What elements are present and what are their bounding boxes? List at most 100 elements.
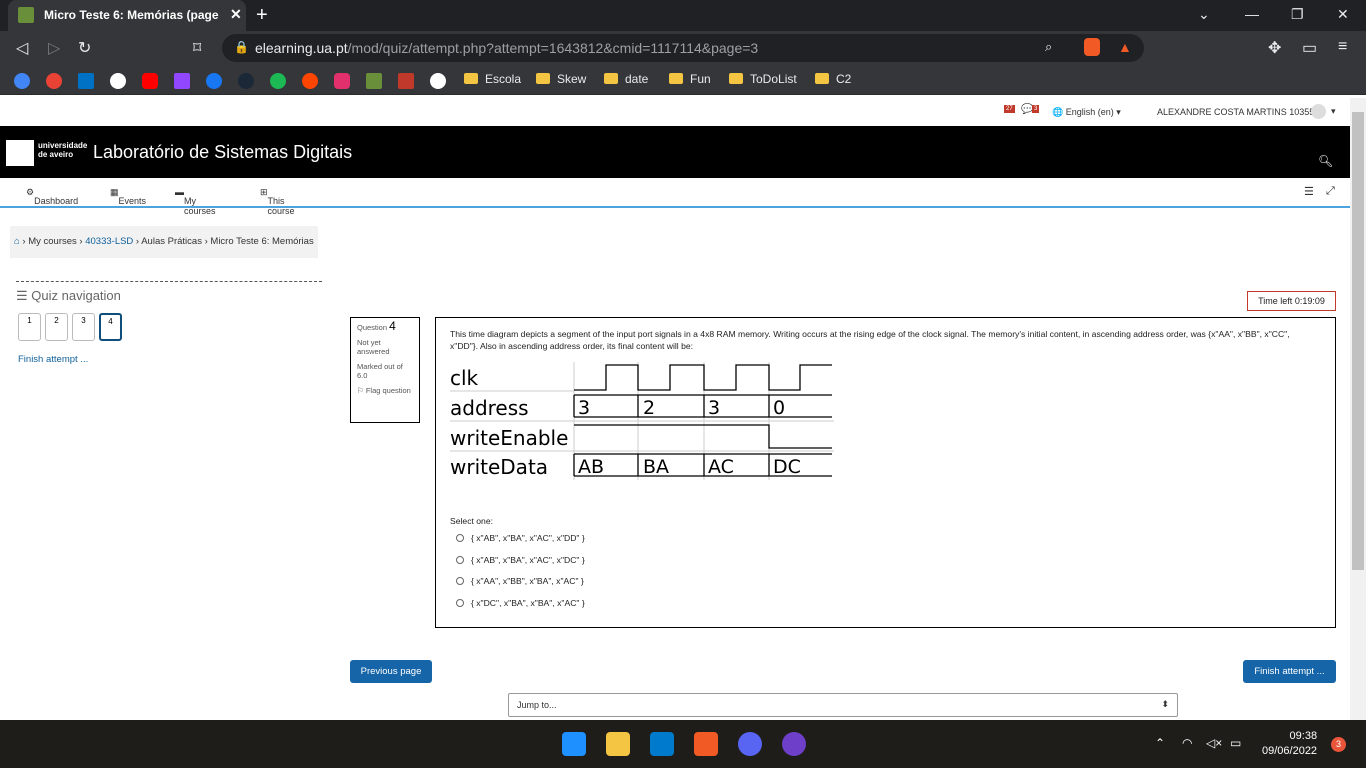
youtube-icon[interactable] — [142, 73, 158, 89]
home-icon[interactable]: ⌂ — [14, 236, 20, 247]
menu-icon[interactable]: ≡ — [1338, 38, 1347, 56]
breadcrumb-item[interactable]: Aulas Práticas — [141, 236, 202, 247]
gmail-icon[interactable] — [46, 73, 62, 89]
breadcrumb-item[interactable]: My courses — [28, 236, 77, 247]
window-close-icon[interactable]: ✕ — [1337, 6, 1349, 23]
quiz-nav-button-current[interactable]: 4 — [99, 313, 122, 341]
folder-icon — [729, 73, 743, 84]
bookmark-folder[interactable]: Escola — [464, 72, 521, 86]
site-name[interactable]: Laboratório de Sistemas Digitais — [93, 142, 352, 163]
breadcrumb-item[interactable]: Micro Teste 6: Memórias — [210, 236, 313, 247]
address-value: 3 — [708, 397, 720, 419]
bookmark-folder[interactable]: C2 — [815, 72, 851, 86]
avatar[interactable] — [1311, 104, 1326, 119]
bookmark-folder[interactable]: date — [604, 72, 648, 86]
bookmarks-bar: Escola Skew date Fun ToDoList C2 — [0, 65, 1366, 95]
question-number: 4 — [389, 319, 396, 333]
start-icon[interactable] — [562, 732, 586, 756]
address-bar[interactable]: 🔒 elearning.ua.pt/mod/quiz/attempt.php?a… — [222, 34, 1144, 62]
bookmark-folder[interactable]: ToDoList — [729, 72, 797, 86]
extensions-icon[interactable]: ✥ — [1268, 38, 1281, 58]
answer-option[interactable]: { x"DC", x"BA", x"BA", x"AC" } — [456, 598, 585, 608]
brave-rewards-icon[interactable]: ▲ — [1118, 39, 1132, 55]
vscode-icon[interactable] — [650, 732, 674, 756]
reload-icon[interactable]: ↻ — [78, 38, 91, 58]
finish-attempt-link[interactable]: Finish attempt ... — [18, 354, 88, 365]
user-bar: 27 💬 3 🌐 English (en) ▾ ALEXANDRE COSTA … — [0, 98, 1350, 126]
maximize-icon[interactable]: ❐ — [1291, 6, 1304, 23]
bookmark-icon[interactable]: ⌑ — [193, 38, 201, 58]
wifi-icon[interactable]: ◠ — [1182, 736, 1192, 750]
quiz-nav-button[interactable]: 1 — [18, 313, 41, 341]
list-icon[interactable]: ☰ — [1304, 185, 1314, 198]
minimize-icon[interactable]: — — [1245, 6, 1259, 22]
new-tab-icon[interactable]: + — [256, 4, 268, 27]
folder-icon — [604, 73, 618, 84]
twitch-icon[interactable] — [174, 73, 190, 89]
scrollbar-thumb[interactable] — [1352, 112, 1364, 570]
notification-count-badge[interactable]: 3 — [1331, 737, 1346, 752]
tab-search-icon[interactable]: ⌄ — [1198, 6, 1210, 23]
spotify-icon[interactable] — [270, 73, 286, 89]
github-desktop-icon[interactable] — [782, 732, 806, 756]
search-icon[interactable]: 🔍︎ — [1318, 154, 1333, 168]
nav-this-course[interactable]: ⊞ This course — [260, 187, 295, 216]
outlook-icon[interactable] — [78, 73, 94, 89]
quiz-navigation: ☰ Quiz navigation 1 2 3 4 Finish attempt… — [16, 281, 322, 365]
brave-shields-icon[interactable] — [1084, 38, 1100, 56]
quiz-nav-button[interactable]: 3 — [72, 313, 95, 341]
university-logo-icon — [6, 140, 34, 166]
wallet-icon[interactable]: ▭ — [1302, 38, 1317, 58]
folder-icon — [669, 73, 683, 84]
quiz-nav-button[interactable]: 2 — [45, 313, 68, 341]
address-value: 2 — [643, 397, 655, 419]
answer-option[interactable]: { x"AA", x"BB", x"BA", x"AC" } — [456, 576, 584, 586]
radio-button[interactable] — [456, 599, 464, 607]
facebook-icon[interactable] — [206, 73, 222, 89]
discord-icon[interactable] — [738, 732, 762, 756]
github-icon[interactable] — [430, 73, 446, 89]
flag-question[interactable]: ⚐ Flag question — [357, 386, 413, 395]
cms-icon[interactable] — [398, 73, 414, 89]
notification-badge[interactable]: 27 — [1004, 105, 1015, 113]
nav-events[interactable]: ▦ Events — [110, 187, 146, 206]
breadcrumb-item[interactable]: 40333-LSD — [85, 236, 133, 247]
google-icon[interactable] — [14, 73, 30, 89]
close-tab-icon[interactable]: ✕ — [230, 6, 242, 23]
nav-dashboard[interactable]: ⚙ Dashboard — [26, 187, 78, 206]
radio-button[interactable] — [456, 556, 464, 564]
steam-icon[interactable] — [238, 73, 254, 89]
answer-option[interactable]: { x"AB", x"BA", x"AC", x"DC" } — [456, 555, 585, 565]
signal-label: writeData — [450, 455, 548, 479]
finish-attempt-button[interactable]: Finish attempt ... — [1243, 660, 1336, 683]
folder-icon — [464, 73, 478, 84]
previous-page-button[interactable]: Previous page — [350, 660, 432, 683]
radio-button[interactable] — [456, 534, 464, 542]
radio-button[interactable] — [456, 577, 464, 585]
file-explorer-icon[interactable] — [606, 732, 630, 756]
jump-to-select[interactable]: Jump to... ⬍ — [508, 693, 1178, 717]
tray-chevron-icon[interactable]: ⌃ — [1155, 736, 1165, 750]
browser-tab[interactable]: Micro Teste 6: Memórias (page 4 c ✕ — [8, 0, 246, 31]
a-icon[interactable] — [110, 73, 126, 89]
back-icon[interactable]: ◁ — [16, 38, 28, 58]
user-name[interactable]: ALEXANDRE COSTA MARTINS 103552 — [1157, 107, 1319, 117]
fullscreen-icon[interactable]: ⤢ — [1326, 185, 1335, 198]
brave-icon[interactable] — [694, 732, 718, 756]
forward-icon[interactable]: ▷ — [48, 38, 60, 58]
zoom-search-icon[interactable]: ⌕ — [1045, 39, 1052, 55]
answer-option[interactable]: { x"AB", x"BA", x"AC", x"DD" } — [456, 533, 585, 543]
volume-muted-icon[interactable]: ◁× — [1206, 736, 1222, 750]
user-menu-caret-icon[interactable]: ▾ — [1331, 106, 1336, 117]
bookmark-folder[interactable]: Skew — [536, 72, 586, 86]
clock[interactable]: 09:38 09/06/2022 — [1262, 729, 1317, 759]
battery-icon[interactable]: ▭ — [1230, 736, 1241, 750]
bookmark-folder[interactable]: Fun — [669, 72, 711, 86]
time-left: Time left 0:19:09 — [1247, 291, 1336, 311]
nav-my-courses[interactable]: ▬ My courses — [175, 187, 216, 216]
language-menu[interactable]: 🌐 English (en) ▾ — [1052, 107, 1121, 118]
reddit-icon[interactable] — [302, 73, 318, 89]
write-enable-waveform — [574, 424, 832, 449]
instagram-icon[interactable] — [334, 73, 350, 89]
moodle-icon[interactable] — [366, 73, 382, 89]
